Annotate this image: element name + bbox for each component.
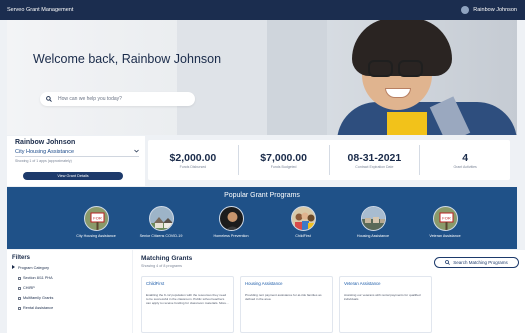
filter-option-label: Rental Assistance <box>23 306 54 310</box>
filter-option-rental[interactable]: Rental Assistance <box>18 306 127 310</box>
matching-grants-panel: Matching Grants Showing 4 of 8 programs … <box>133 250 525 333</box>
person-icon <box>218 206 244 231</box>
checkbox[interactable] <box>18 286 21 290</box>
stat-value: 4 <box>462 151 469 164</box>
chevron-down-icon <box>134 149 139 155</box>
program-housing-assistance[interactable]: Housing Assistance <box>338 206 408 238</box>
avatar <box>461 6 470 14</box>
search-placeholder: How can we help you today? <box>58 96 122 102</box>
stats-panel: $2,000.00 Funds Disbursed $7,000.00 Fund… <box>148 140 510 180</box>
search-icon <box>46 96 52 102</box>
stat-label: Grant Activities <box>453 164 477 169</box>
grant-card-title[interactable]: Housing Assistance <box>245 281 328 286</box>
chevron-right-icon <box>12 265 15 270</box>
svg-text:FOR: FOR <box>93 216 102 221</box>
filter-option-multifamily[interactable]: Multifamily Grants <box>18 296 127 300</box>
grant-card-description: Assisting our veterans with rental payme… <box>344 293 421 302</box>
grant-card-title[interactable]: Veteran Assistance <box>344 281 427 286</box>
children-icon <box>290 206 316 231</box>
program-label: City Housing Assistance <box>76 234 116 238</box>
hero-bg-shape <box>177 20 267 135</box>
checkbox[interactable] <box>18 306 21 310</box>
filters-title: Filters <box>12 255 31 261</box>
checkbox[interactable] <box>18 276 21 280</box>
for-rent-sign-icon: FOR <box>432 206 458 231</box>
app-title: Serveo Grant Management <box>7 7 74 13</box>
hero-person-glasses <box>368 60 393 77</box>
grant-card-veteran-assistance[interactable]: Veteran Assistance Assisting our veteran… <box>339 276 432 333</box>
grant-card-childfirst[interactable]: ChildFirst Enabling the K-12 population … <box>141 276 234 333</box>
stat-grant-activities: 4 Grant Activities <box>420 145 510 175</box>
stat-value: 08-31-2021 <box>347 151 402 164</box>
user-menu[interactable]: Rainbow Johnson <box>461 6 517 14</box>
program-label: Housing Assistance <box>356 234 390 238</box>
help-search-input[interactable]: How can we help you today? <box>40 92 195 106</box>
search-button-label: Search Matching Programs <box>453 260 508 265</box>
welcome-heading: Welcome back, Rainbow Johnson <box>33 52 222 66</box>
program-childfirst[interactable]: ChildFirst <box>268 206 338 238</box>
popular-programs-title: Popular Grant Programs <box>224 192 300 199</box>
hero-person-jacket <box>337 102 517 135</box>
program-senior-citizens-covid[interactable]: Senior Citizens COVID-19 <box>126 206 196 238</box>
filter-option-label: CHIRP <box>23 286 35 290</box>
search-matching-programs-button[interactable]: Search Matching Programs <box>434 257 519 268</box>
view-grant-details-button[interactable]: View Grant Details <box>23 172 123 180</box>
profile-name: Rainbow Johnson <box>15 139 76 146</box>
profile-panel: Rainbow Johnson City Housing Assistance … <box>7 136 145 186</box>
search-icon <box>445 259 451 266</box>
program-label: Veteran Assistance <box>429 234 461 238</box>
filter-option-section-8[interactable]: Section 8/11 PHA <box>18 276 127 280</box>
popular-programs-list: FOR City Housing Assistance Senior Citiz… <box>7 206 517 246</box>
stat-value: $2,000.00 <box>169 151 217 164</box>
filter-option-chirp[interactable]: CHIRP <box>18 286 127 290</box>
hero-person-shirt <box>387 112 427 135</box>
program-city-housing-assistance[interactable]: FOR City Housing Assistance <box>61 206 131 238</box>
filter-category-toggle[interactable]: Program Category <box>12 265 127 270</box>
filters-panel: Filters Program Category Section 8/11 PH… <box>7 250 132 333</box>
program-homeless-prevention[interactable]: Homeless Prevention <box>196 206 266 238</box>
stat-funds-budgeted: $7,000.00 Funds Budgeted <box>239 145 330 175</box>
stat-value: $7,000.00 <box>260 151 307 164</box>
program-veteran-assistance[interactable]: FOR Veteran Assistance <box>410 206 480 238</box>
stat-label: Funds Budgeted <box>270 164 297 169</box>
houses-icon <box>148 206 174 231</box>
user-name: Rainbow Johnson <box>473 7 517 13</box>
stat-funds-disbursed: $2,000.00 Funds Disbursed <box>148 145 239 175</box>
neighborhood-icon <box>360 206 386 231</box>
program-label: Senior Citizens COVID-19 <box>139 234 183 238</box>
hero-banner: Welcome back, Rainbow Johnson How can we… <box>7 20 517 135</box>
hero-person-glasses <box>398 60 423 77</box>
stat-expiration-date: 08-31-2021 Contract Expiration Date <box>330 145 421 175</box>
program-count: Showing 1 of 1 apps (approximately) <box>15 159 72 163</box>
grant-card-title[interactable]: ChildFirst <box>146 281 229 286</box>
for-rent-sign-icon: FOR <box>83 206 109 231</box>
grant-card-description: Enabling the K-12 population with the re… <box>146 293 229 306</box>
program-label: ChildFirst <box>295 234 311 238</box>
grant-card-description: Providing rent payment assistance for at… <box>245 293 322 302</box>
stat-label: Contract Expiration Date <box>355 164 394 169</box>
filter-category-label: Program Category <box>18 265 50 270</box>
top-bar: Serveo Grant Management Rainbow Johnson <box>0 0 525 20</box>
filter-option-label: Section 8/11 PHA <box>23 276 53 280</box>
program-select-value: City Housing Assistance <box>15 149 74 155</box>
program-select[interactable]: City Housing Assistance <box>15 148 139 157</box>
svg-text:FOR: FOR <box>442 216 451 221</box>
stat-label: Funds Disbursed <box>179 164 207 169</box>
filter-option-label: Multifamily Grants <box>23 296 54 300</box>
hero-bg-shape <box>267 20 327 135</box>
program-label: Homeless Prevention <box>213 234 249 238</box>
checkbox[interactable] <box>18 296 21 300</box>
popular-programs-band: Popular Grant Programs FOR City Housing … <box>7 187 517 249</box>
grant-card-housing-assistance[interactable]: Housing Assistance Providing rent paymen… <box>240 276 333 333</box>
